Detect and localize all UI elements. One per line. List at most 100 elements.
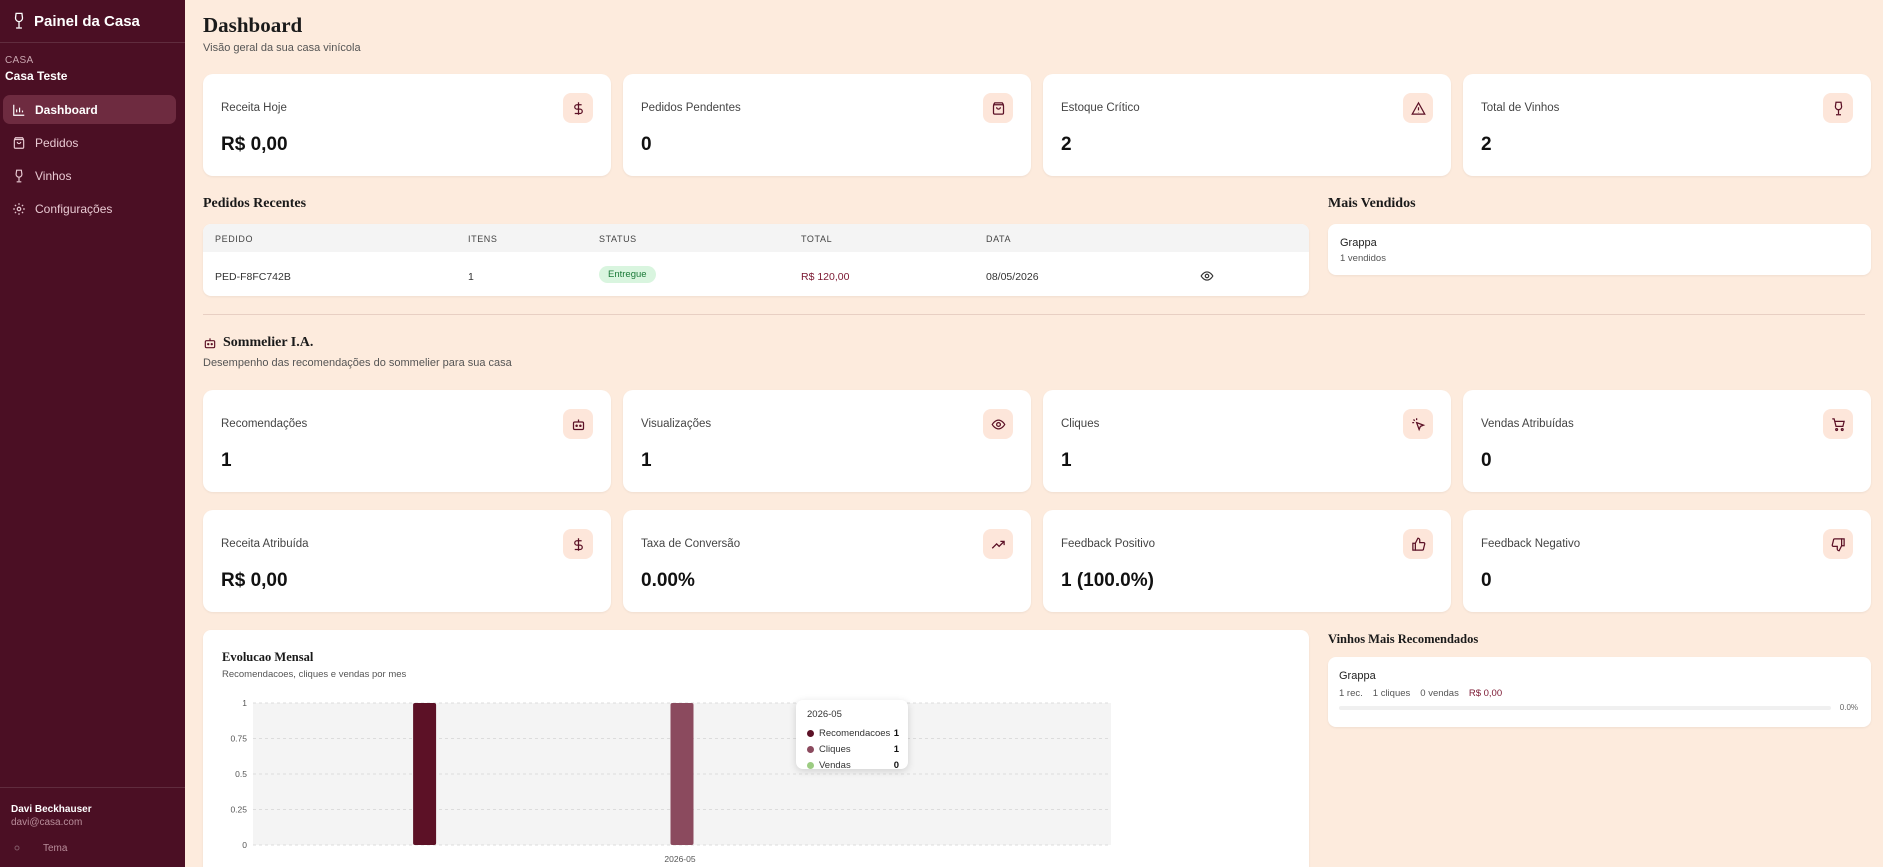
dollar-icon	[563, 93, 593, 123]
best-seller-name: Grappa	[1340, 237, 1377, 249]
pointer-click-icon	[1403, 409, 1433, 439]
conversion-progress-bar	[1339, 706, 1831, 710]
sun-icon	[14, 845, 20, 851]
tooltip-series-name: Cliques	[819, 743, 851, 755]
sidebar-item-label: Pedidos	[35, 135, 79, 150]
section-divider	[203, 314, 1865, 315]
alert-triangle-icon	[1403, 93, 1433, 123]
gear-icon	[13, 202, 25, 215]
column-header-data[interactable]: DATA	[986, 234, 1011, 244]
stat-value: 0	[1481, 450, 1492, 471]
page-subtitle: Visão geral da sua casa vinícola	[203, 42, 361, 54]
eye-icon[interactable]	[1200, 269, 1214, 283]
page-title: Dashboard	[203, 13, 303, 37]
bar-chart: 0 0.25 0.5 0.75 1 2026-05	[230, 698, 1111, 864]
y-tick-label: 0.25	[230, 805, 247, 815]
order-id: PED-F8FC742B	[215, 271, 291, 283]
table-header: PEDIDO ITENS STATUS TOTAL DATA	[203, 224, 1309, 252]
recent-orders-table: PEDIDO ITENS STATUS TOTAL DATA PED-F8FC7…	[203, 224, 1309, 296]
cart-icon	[1823, 409, 1853, 439]
wine-recs: 1 rec.	[1339, 688, 1363, 699]
robot-icon	[563, 409, 593, 439]
order-total: R$ 120,00	[801, 271, 850, 283]
wine-revenue: R$ 0,00	[1468, 688, 1503, 699]
wine-glass-icon	[15, 169, 23, 182]
recent-orders-title: Pedidos Recentes	[203, 196, 307, 211]
wine-percentage: 0.0%	[1839, 703, 1858, 712]
sidebar-nav: Dashboard Pedidos Vinhos Configurações	[0, 95, 185, 223]
column-header-itens[interactable]: ITENS	[468, 234, 498, 244]
tooltip-title: 2026-05	[807, 709, 842, 720]
legend-swatch	[807, 761, 814, 769]
x-tick-label: 2026-05	[664, 854, 695, 864]
stat-card-visualizacoes: Visualizações 1	[623, 390, 1031, 492]
theme-label: Tema	[43, 842, 68, 854]
tooltip-row: Vendas 0	[807, 759, 899, 771]
stat-value: 1 (100.0%)	[1061, 570, 1154, 591]
stat-card-feedback-negativo: Feedback Negativo 0	[1463, 510, 1871, 612]
legend-swatch	[807, 745, 814, 753]
column-header-pedido[interactable]: PEDIDO	[215, 234, 253, 244]
sidebar-item-vinhos[interactable]: Vinhos	[3, 161, 176, 190]
stat-label: Cliques	[1061, 418, 1100, 430]
stat-card-total-vinhos: Total de Vinhos 2	[1463, 74, 1871, 176]
stat-card-pedidos-pendentes: Pedidos Pendentes 0	[623, 74, 1031, 176]
house-name: Casa Teste	[5, 69, 68, 83]
column-header-total[interactable]: TOTAL	[801, 234, 832, 244]
user-email: davi@casa.com	[11, 817, 83, 828]
theme-toggle[interactable]: Tema	[11, 842, 174, 854]
stat-value: R$ 0,00	[221, 570, 288, 591]
monthly-chart-card: Evolucao Mensal Recomendacoes, cliques e…	[203, 630, 1309, 867]
trending-up-icon	[983, 529, 1013, 559]
stat-value: 1	[641, 450, 652, 471]
wine-glass-icon	[14, 12, 24, 29]
bar-recomendacoes	[413, 703, 437, 845]
y-tick-label: 0.5	[235, 769, 247, 779]
recommended-wine-item[interactable]: Grappa 1 rec. 1 cliques 0 vendas R$ 0,00…	[1328, 657, 1871, 727]
stat-card-receita-atribuida: Receita Atribuída R$ 0,00	[203, 510, 611, 612]
bar-chart-icon	[13, 104, 25, 116]
stat-value: 2	[1481, 134, 1492, 155]
stat-label: Receita Hoje	[221, 102, 287, 114]
user-name: Davi Beckhauser	[11, 804, 92, 815]
user-panel: Davi Beckhauser davi@casa.com Tema	[0, 787, 185, 867]
shopping-bag-icon	[13, 136, 25, 149]
sidebar-item-label: Vinhos	[35, 168, 72, 183]
brand-name: Painel da Casa	[34, 12, 140, 30]
brand[interactable]: Painel da Casa	[0, 0, 185, 43]
stat-label: Recomendações	[221, 418, 308, 430]
stat-label: Feedback Positivo	[1061, 538, 1155, 550]
stat-value: R$ 0,00	[221, 134, 288, 155]
thumbs-up-icon	[1403, 529, 1433, 559]
order-date: 08/05/2026	[986, 271, 1039, 283]
best-sellers-title: Mais Vendidos	[1328, 196, 1416, 211]
wine-sales: 0 vendas	[1420, 688, 1459, 699]
house-label: CASA	[5, 55, 34, 66]
sidebar-item-configuracoes[interactable]: Configurações	[3, 194, 176, 223]
legend-swatch	[807, 729, 814, 737]
shopping-bag-icon	[983, 93, 1013, 123]
stat-label: Total de Vinhos	[1481, 102, 1560, 114]
wine-meta: 1 rec. 1 cliques 0 vendas R$ 0,00	[1339, 688, 1512, 699]
stat-value: 0.00%	[641, 570, 695, 591]
stat-card-taxa-conversao: Taxa de Conversão 0.00%	[623, 510, 1031, 612]
tooltip-series-value: 0	[893, 759, 899, 771]
stat-label: Feedback Negativo	[1481, 538, 1581, 550]
stat-value: 2	[1061, 134, 1072, 155]
sidebar-item-pedidos[interactable]: Pedidos	[3, 128, 176, 157]
stat-card-vendas-atribuidas: Vendas Atribuídas 0	[1463, 390, 1871, 492]
stat-value: 0	[1481, 570, 1492, 591]
column-header-status[interactable]: STATUS	[599, 234, 637, 244]
sidebar: Painel da Casa CASA Casa Teste Dashboard…	[0, 0, 185, 867]
tooltip-series-name: Recomendacoes	[819, 727, 891, 739]
stat-label: Vendas Atribuídas	[1481, 418, 1574, 430]
robot-icon	[204, 338, 216, 349]
status-badge: Entregue	[599, 266, 656, 283]
stat-label: Receita Atribuída	[221, 538, 309, 550]
house-info: CASA Casa Teste	[0, 43, 185, 83]
tooltip-row: Cliques 1	[807, 743, 899, 755]
sidebar-item-label: Configurações	[35, 201, 113, 216]
sidebar-item-dashboard[interactable]: Dashboard	[3, 95, 176, 124]
stat-value: 1	[221, 450, 232, 471]
best-seller-item[interactable]: Grappa 1 vendidos	[1328, 224, 1871, 275]
